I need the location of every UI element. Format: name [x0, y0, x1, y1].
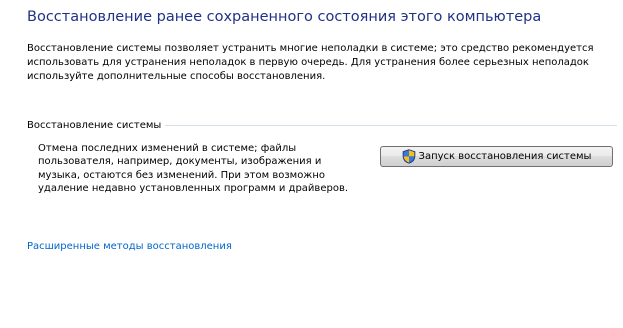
section-divider: [165, 124, 617, 126]
open-system-restore-button[interactable]: Запуск восстановления системы: [380, 146, 613, 167]
recovery-control-panel-page: Восстановление ранее сохраненного состоя…: [0, 0, 623, 328]
intro-text: Восстановление системы позволяет устрани…: [27, 43, 594, 82]
uac-shield-icon: [402, 149, 415, 164]
open-system-restore-button-label: Запуск восстановления системы: [418, 151, 592, 162]
system-restore-section-header: Восстановление системы: [27, 118, 617, 132]
advanced-recovery-methods-link[interactable]: Расширенные методы восстановления: [27, 241, 232, 252]
page-title: Восстановление ранее сохраненного состоя…: [27, 9, 542, 25]
system-restore-section-title: Восстановление системы: [27, 119, 162, 131]
system-restore-description: Отмена последних изменений в системе; фа…: [38, 143, 349, 195]
